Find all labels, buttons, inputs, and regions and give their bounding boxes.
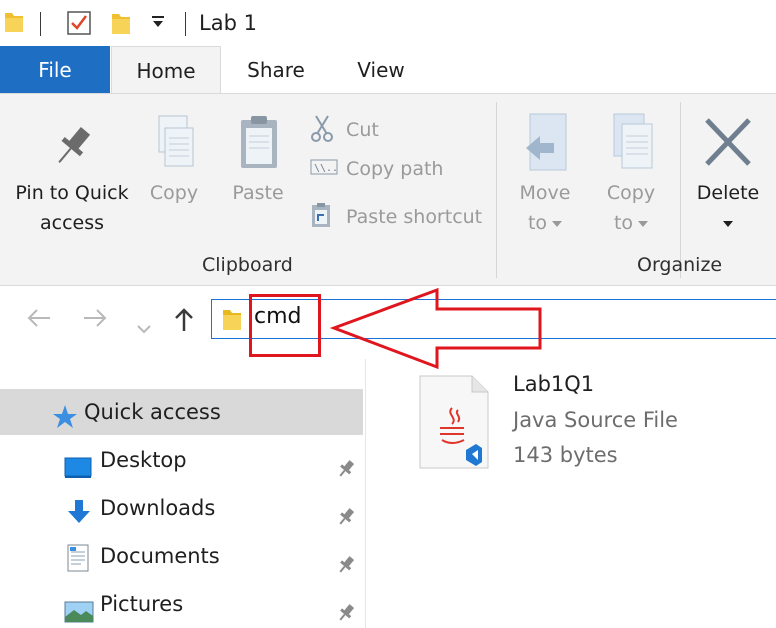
paste-shortcut-label: Paste shortcut (346, 206, 483, 228)
java-file-icon (418, 374, 490, 474)
copy-to-icon (596, 112, 666, 178)
delete-x-icon (690, 112, 766, 178)
chevron-down-icon (638, 220, 649, 227)
pin-label-line2: access (39, 212, 105, 234)
cut-button[interactable]: Cut (310, 114, 379, 147)
nav-item-desktop[interactable]: Desktop (0, 437, 366, 483)
back-arrow-icon[interactable] (26, 307, 52, 335)
nav-item-label: Quick access (84, 400, 221, 424)
nav-item-label: Pictures (100, 592, 184, 616)
navigation-pane: Quick access Desktop Downloads Documents (0, 359, 366, 628)
chevron-down-icon[interactable] (723, 220, 733, 227)
copy-icon (140, 114, 208, 178)
new-folder-icon[interactable] (110, 10, 132, 40)
file-name: Lab1Q1 (513, 372, 595, 396)
scissors-icon (310, 114, 340, 147)
move-to-label-line2: to (527, 212, 548, 234)
forward-arrow-icon[interactable] (82, 307, 108, 335)
copy-to-button[interactable]: Copy to (596, 112, 666, 238)
move-to-label-line1: Move (519, 182, 571, 204)
nav-item-quick-access[interactable]: Quick access (0, 389, 363, 435)
title-bar: Lab 1 (0, 0, 776, 46)
nav-item-label: Downloads (100, 496, 216, 520)
move-to-button[interactable]: Move to (510, 112, 580, 238)
paste-shortcut-button[interactable]: Paste shortcut (310, 202, 482, 233)
cut-label: Cut (346, 119, 379, 141)
paste-shortcut-icon (310, 202, 340, 233)
customize-toolbar-dropdown-icon[interactable] (150, 14, 166, 34)
nav-item-label: Desktop (100, 448, 187, 472)
move-to-icon (510, 112, 580, 178)
tab-file[interactable]: File (0, 46, 110, 94)
ribbon-tabs: File Home Share View (0, 46, 776, 95)
organize-group-label: Organize (637, 254, 723, 276)
copy-to-label-line2: to (613, 212, 634, 234)
recent-locations-chevron-icon[interactable] (136, 313, 152, 341)
pin-to-quick-access-button[interactable]: Pin to Quick access (10, 122, 134, 238)
delete-button[interactable]: Delete (690, 112, 766, 238)
folder-icon (222, 308, 242, 336)
clipboard-group-label: Clipboard (202, 254, 293, 276)
nav-item-label: Documents (100, 544, 220, 568)
pushpin-icon (10, 122, 134, 178)
copy-button[interactable]: Copy (140, 114, 208, 208)
annotation-highlight-box (249, 294, 321, 357)
file-item[interactable]: Lab1Q1 Java Source File 143 bytes (418, 372, 776, 482)
nav-item-pictures[interactable]: Pictures (0, 581, 366, 627)
nav-item-downloads[interactable]: Downloads (0, 485, 366, 531)
copy-path-label: Copy path (346, 158, 444, 180)
nav-item-documents[interactable]: Documents (0, 533, 366, 579)
paste-button[interactable]: Paste (224, 114, 292, 208)
pushpin-icon[interactable] (336, 593, 356, 628)
properties-checkmark-icon[interactable] (66, 10, 92, 40)
tab-home[interactable]: Home (111, 46, 221, 95)
file-type: Java Source File (513, 408, 678, 432)
pin-label-line1: Pin to Quick (15, 182, 129, 204)
tab-view[interactable]: View (333, 46, 429, 94)
copy-to-label-line1: Copy (606, 182, 656, 204)
delete-label: Delete (696, 182, 760, 204)
window-title: Lab 1 (199, 11, 257, 35)
chevron-down-icon (552, 220, 563, 227)
svg-text:\\..: \\.. (314, 163, 338, 174)
copy-path-icon: \\.. (310, 158, 340, 181)
tab-share[interactable]: Share (223, 46, 329, 94)
paste-label: Paste (232, 182, 284, 204)
copy-label: Copy (149, 182, 199, 204)
pictures-icon (64, 593, 94, 628)
up-arrow-icon[interactable] (173, 307, 195, 339)
copy-path-button[interactable]: \\.. Copy path (310, 158, 443, 181)
ribbon-home: Pin to Quick access Copy Paste Cut \\.. … (0, 93, 776, 286)
folder-icon (4, 10, 24, 38)
clipboard-paste-icon (224, 114, 292, 178)
file-size: 143 bytes (513, 443, 618, 467)
navigation-bar: cmd (0, 287, 776, 359)
